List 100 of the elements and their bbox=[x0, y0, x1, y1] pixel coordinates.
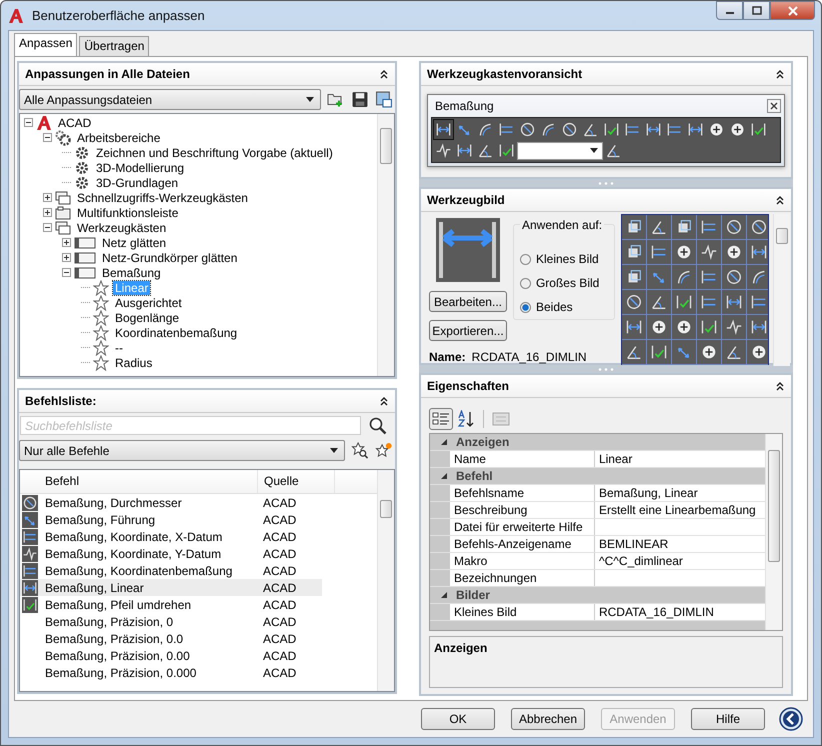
image-tile[interactable] bbox=[746, 290, 768, 314]
image-tile[interactable] bbox=[696, 215, 721, 239]
image-tile[interactable] bbox=[672, 340, 696, 364]
image-tile[interactable] bbox=[696, 315, 721, 339]
collapse-icon[interactable] bbox=[775, 69, 785, 79]
collapse-icon[interactable] bbox=[378, 69, 389, 79]
command-row[interactable]: Bemaßung, Präzision, 0.00 ACAD bbox=[20, 647, 322, 664]
image-tile[interactable] bbox=[746, 215, 768, 239]
tree-item[interactable]: Bogenlänge bbox=[113, 310, 182, 324]
image-tile[interactable] bbox=[646, 240, 671, 264]
tree-item[interactable]: Werkzeugkästen bbox=[75, 220, 168, 234]
collapse-left-icon[interactable] bbox=[779, 707, 803, 731]
image-tile[interactable] bbox=[746, 340, 768, 364]
tree-item[interactable]: Netz glätten bbox=[100, 236, 168, 250]
image-tile[interactable] bbox=[646, 315, 671, 339]
expander[interactable] bbox=[43, 193, 52, 202]
image-tile[interactable] bbox=[722, 315, 746, 339]
command-row[interactable]: Bemaßung, Koordinate, X-Datum ACAD bbox=[20, 528, 322, 545]
command-row[interactable]: Bemaßung, Pfeil umdrehen ACAD bbox=[20, 596, 322, 613]
command-row[interactable]: Bemaßung, Präzision, 0 ACAD bbox=[20, 613, 322, 630]
export-button[interactable]: Exportieren... bbox=[428, 320, 507, 341]
scrollbar[interactable] bbox=[765, 434, 782, 630]
radio-label[interactable]: Großes Bild bbox=[536, 276, 600, 290]
tree-item[interactable]: Schnellzugriffs-Werkzeugkästen bbox=[75, 190, 250, 204]
expander[interactable] bbox=[440, 438, 448, 446]
image-tile[interactable] bbox=[746, 265, 768, 289]
image-tile[interactable] bbox=[622, 265, 646, 289]
command-row[interactable]: Bemaßung, Koordinatenbemaßung ACAD bbox=[20, 562, 322, 579]
tree-item[interactable]: Radius bbox=[113, 356, 154, 370]
image-tile[interactable] bbox=[696, 265, 721, 289]
image-tile[interactable] bbox=[722, 340, 746, 364]
expander[interactable] bbox=[62, 253, 71, 262]
collapse-icon[interactable] bbox=[378, 396, 389, 406]
toolbar-button[interactable] bbox=[432, 119, 454, 140]
tree-item[interactable]: 3D-Modellierung bbox=[94, 160, 186, 174]
expander[interactable] bbox=[62, 238, 71, 247]
image-tile[interactable] bbox=[746, 240, 768, 264]
close-button[interactable] bbox=[770, 1, 815, 20]
tree-item[interactable]: Multifunktionsleiste bbox=[75, 206, 180, 220]
tree-item[interactable]: Arbeitsbereiche bbox=[75, 130, 162, 144]
image-tile[interactable] bbox=[646, 215, 671, 239]
tree-item[interactable]: Bemaßung bbox=[100, 266, 163, 280]
image-tile[interactable] bbox=[696, 290, 721, 314]
search-icon[interactable] bbox=[368, 416, 387, 434]
tree-item[interactable]: Ausgerichtet bbox=[113, 296, 184, 310]
image-tile[interactable] bbox=[672, 315, 696, 339]
dialog-button[interactable]: Abbrechen bbox=[511, 708, 585, 730]
window-icon[interactable] bbox=[374, 91, 393, 108]
style-dropdown[interactable] bbox=[516, 142, 603, 160]
collapse-icon[interactable] bbox=[775, 381, 785, 391]
scrollbar[interactable] bbox=[376, 470, 394, 691]
image-tile[interactable] bbox=[622, 315, 646, 339]
tree-item[interactable]: 3D-Grundlagen bbox=[94, 176, 180, 190]
open-folder-icon[interactable] bbox=[326, 91, 345, 108]
file-filter-dropdown[interactable]: Alle Anpassungsdateien bbox=[19, 89, 321, 110]
new-star-icon[interactable] bbox=[374, 442, 393, 459]
radio-button[interactable] bbox=[520, 302, 531, 312]
command-row[interactable]: Bemaßung, Präzision, 0.000 ACAD bbox=[20, 664, 322, 681]
expander[interactable] bbox=[62, 268, 71, 277]
image-tile[interactable] bbox=[672, 240, 696, 264]
radio-button[interactable] bbox=[520, 254, 531, 264]
command-filter-dropdown[interactable]: Nur alle Befehle bbox=[19, 440, 345, 461]
image-tile[interactable] bbox=[622, 340, 646, 364]
scrollbar[interactable] bbox=[376, 114, 394, 376]
categorized-icon[interactable] bbox=[428, 408, 453, 430]
command-row[interactable]: Bemaßung, Durchmesser ACAD bbox=[20, 494, 322, 511]
tab[interactable]: Übertragen bbox=[79, 36, 150, 56]
tree-item[interactable]: -- bbox=[113, 340, 125, 354]
tree-item[interactable]: Netz-Grundkörper glätten bbox=[100, 250, 240, 264]
image-tile[interactable] bbox=[622, 215, 646, 239]
image-tile[interactable] bbox=[622, 240, 646, 264]
edit-button[interactable]: Bearbeiten... bbox=[428, 291, 507, 312]
command-row[interactable]: Bemaßung, Linear ACAD bbox=[20, 579, 322, 596]
expander[interactable] bbox=[440, 591, 448, 599]
scrollbar[interactable] bbox=[772, 214, 790, 366]
dialog-button[interactable]: Hilfe bbox=[691, 708, 765, 730]
expander[interactable] bbox=[440, 472, 448, 480]
image-tile[interactable] bbox=[646, 340, 671, 364]
star-search-icon[interactable] bbox=[350, 442, 369, 459]
image-tile[interactable] bbox=[722, 290, 746, 314]
radio-button[interactable] bbox=[520, 278, 531, 288]
close-icon[interactable] bbox=[767, 99, 781, 113]
radio-label[interactable]: Beides bbox=[536, 300, 573, 314]
column-header[interactable]: Quelle bbox=[258, 470, 335, 493]
image-tile[interactable] bbox=[696, 340, 721, 364]
image-tile[interactable] bbox=[672, 265, 696, 289]
image-tile[interactable] bbox=[672, 215, 696, 239]
expander[interactable] bbox=[24, 118, 33, 127]
command-row[interactable]: Bemaßung, Präzision, 0.0 ACAD bbox=[20, 630, 322, 647]
image-tile[interactable] bbox=[646, 265, 671, 289]
maximize-button[interactable] bbox=[743, 1, 770, 20]
image-tile[interactable] bbox=[746, 315, 768, 339]
image-tile[interactable] bbox=[622, 290, 646, 314]
collapse-icon[interactable] bbox=[775, 195, 785, 205]
tree-item[interactable]: ACAD bbox=[56, 116, 94, 130]
search-field[interactable]: Suchbefehlsliste bbox=[20, 416, 361, 435]
expander[interactable] bbox=[43, 223, 52, 232]
dialog-button[interactable]: OK bbox=[421, 708, 495, 730]
image-tile[interactable] bbox=[672, 290, 696, 314]
column-header[interactable]: Befehl bbox=[41, 470, 258, 493]
